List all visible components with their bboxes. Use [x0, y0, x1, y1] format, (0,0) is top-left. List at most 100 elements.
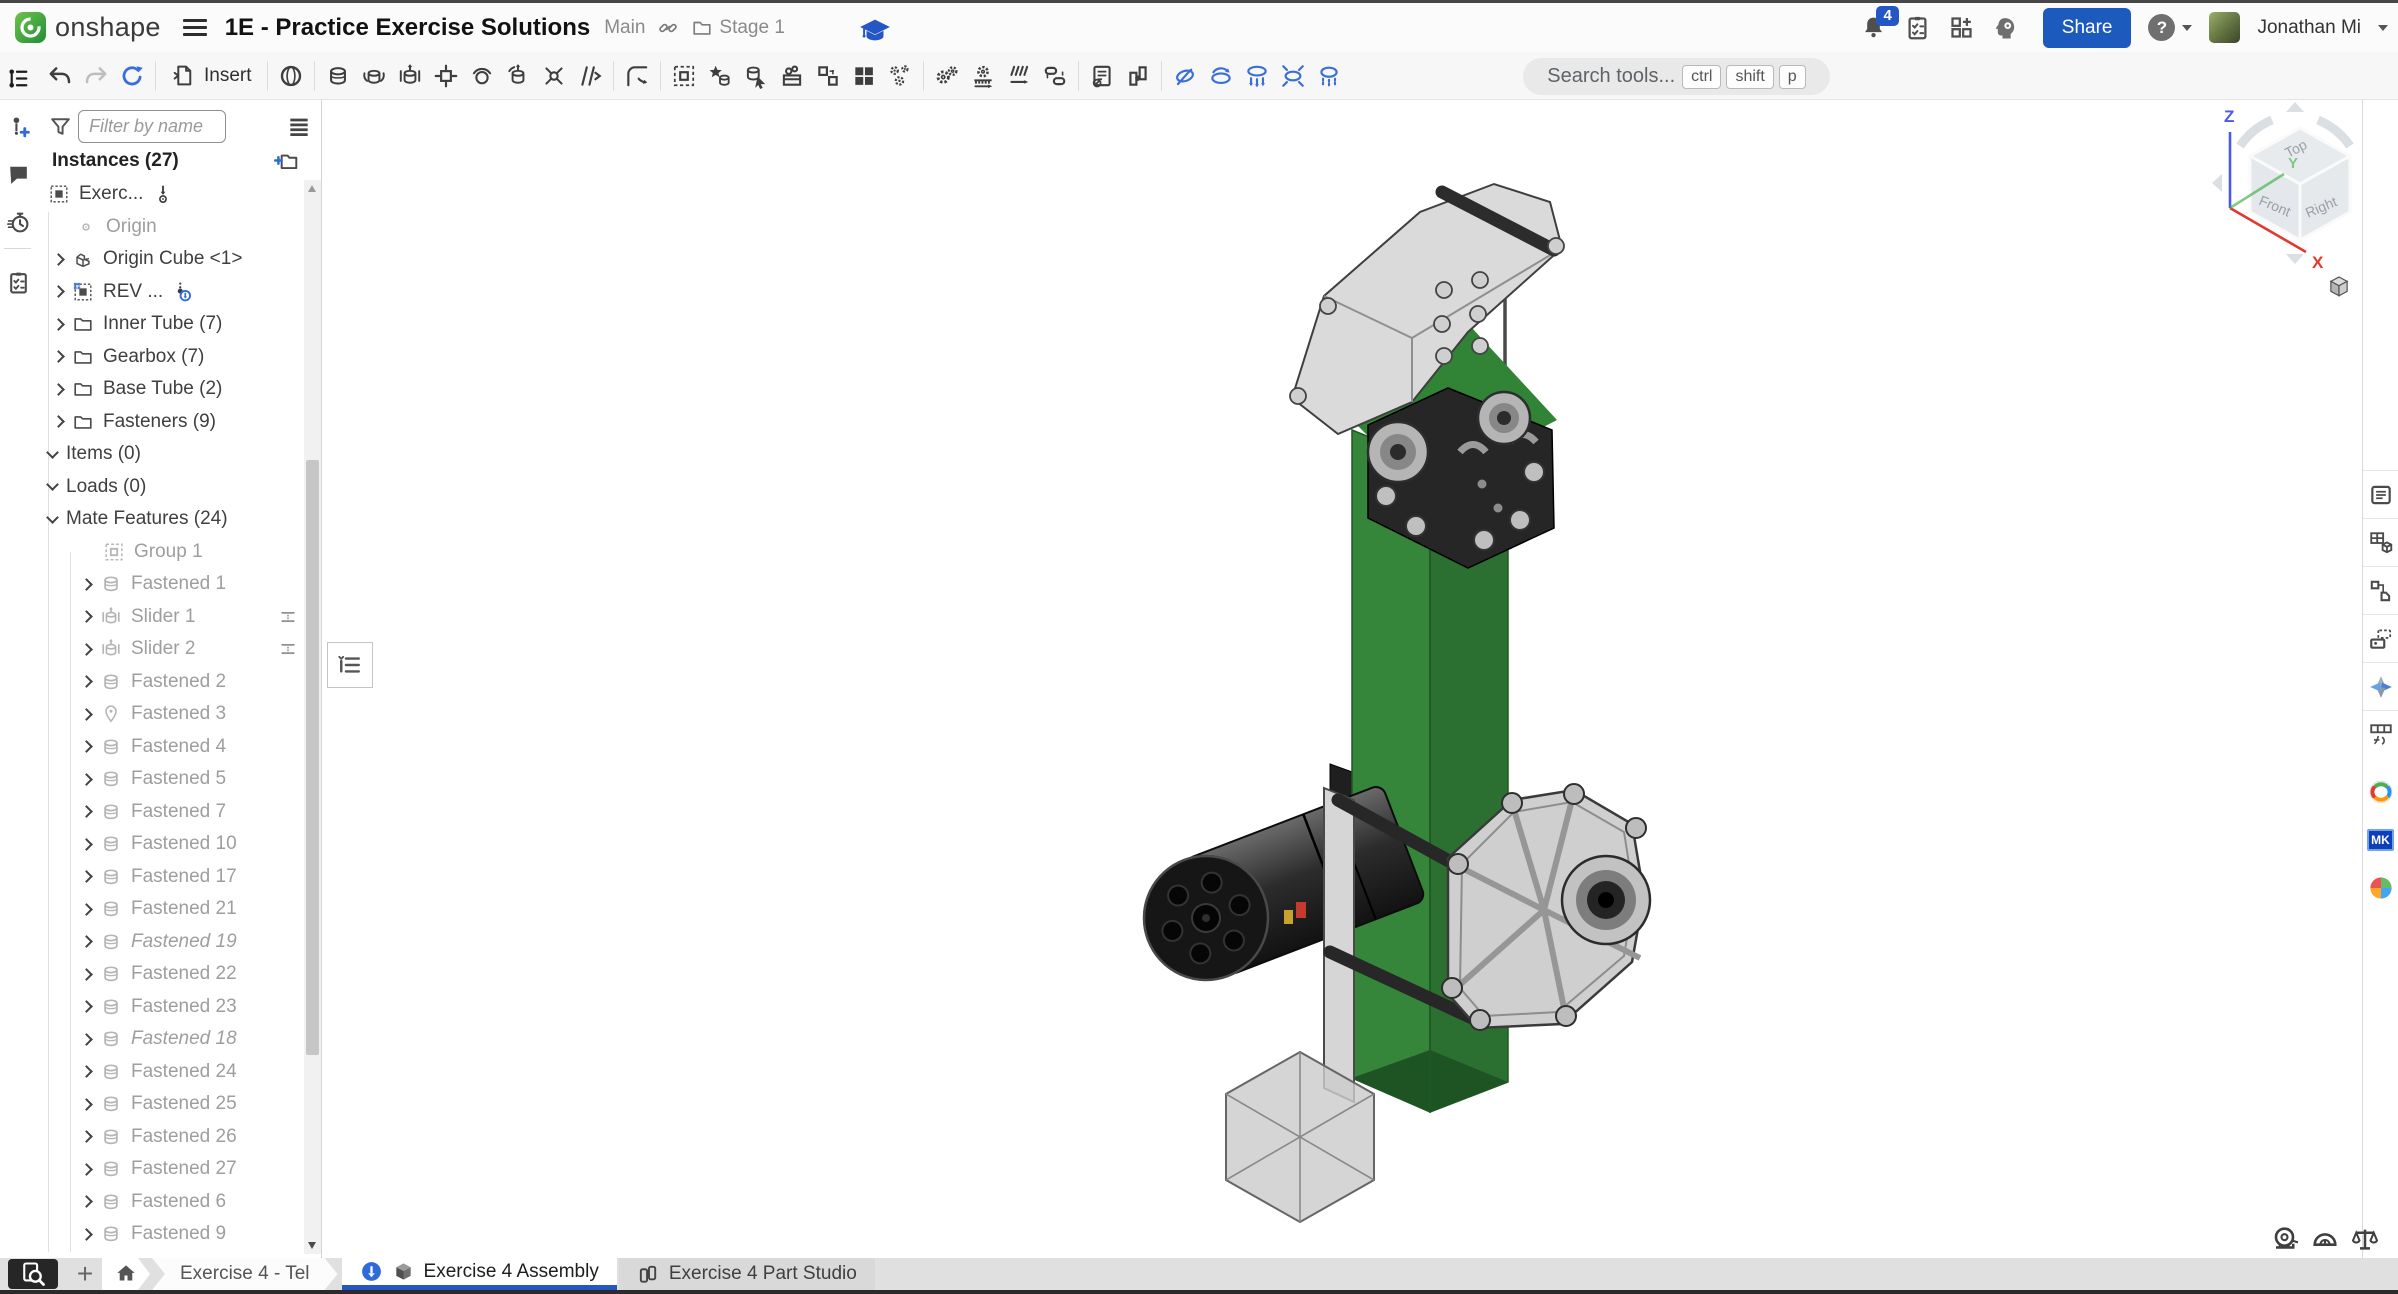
- chevron-right-icon[interactable]: [52, 285, 65, 298]
- pattern-linear-button[interactable]: [810, 56, 846, 96]
- chevron-right-icon[interactable]: [80, 675, 93, 688]
- graduation-cap-icon[interactable]: [858, 14, 892, 48]
- tree-row[interactable]: Fastened 10: [36, 828, 305, 861]
- scroll-up-arrow[interactable]: [308, 185, 316, 192]
- tree-row[interactable]: Origin Cube <1>: [36, 243, 305, 276]
- gear-relation-button[interactable]: [929, 56, 965, 96]
- app-mk-button[interactable]: MK: [2363, 816, 2398, 864]
- tree-row[interactable]: Fastened 18: [36, 1023, 305, 1056]
- animate-explode-button[interactable]: [1311, 56, 1347, 96]
- chevron-right-icon[interactable]: [52, 253, 65, 266]
- tree-row[interactable]: REV ...: [36, 276, 305, 309]
- link-icon[interactable]: [657, 17, 679, 39]
- tape-measure-icon[interactable]: [2272, 1224, 2302, 1254]
- mate-button[interactable]: [273, 56, 309, 96]
- tree-row[interactable]: Slider 1: [36, 601, 305, 634]
- undo-button[interactable]: [42, 56, 78, 96]
- bom-table-panel-button[interactable]: [2363, 518, 2398, 566]
- chevron-right-icon[interactable]: [80, 838, 93, 851]
- chevron-right-icon[interactable]: [80, 1098, 93, 1111]
- tree-row[interactable]: Slider 2: [36, 633, 305, 666]
- chevron-right-icon[interactable]: [80, 740, 93, 753]
- cylindrical-mate-button[interactable]: [500, 56, 536, 96]
- parallel-mate-button[interactable]: [572, 56, 608, 96]
- tree-row[interactable]: Fastened 5: [36, 763, 305, 796]
- tree-row[interactable]: Fastened 7: [36, 796, 305, 829]
- chevron-right-icon[interactable]: [52, 383, 65, 396]
- chevron-right-icon[interactable]: [80, 773, 93, 786]
- search-tools-button[interactable]: Search tools... ctrlshiftp: [1523, 58, 1830, 95]
- add-folder-icon[interactable]: [273, 148, 299, 174]
- tree-row[interactable]: Base Tube (2): [36, 373, 305, 406]
- tree-row[interactable]: Fasteners (9): [36, 406, 305, 439]
- appearance-panel-button[interactable]: [2363, 662, 2398, 710]
- apps-grid-icon[interactable]: [1948, 14, 1975, 41]
- tree-row[interactable]: Fastened 17: [36, 861, 305, 894]
- chevron-right-icon[interactable]: [80, 1195, 93, 1208]
- assembly-structure-button[interactable]: [0, 58, 36, 98]
- document-search-button[interactable]: [8, 1259, 58, 1289]
- slider-mate-button[interactable]: [392, 56, 428, 96]
- tree-row[interactable]: Fastened 26: [36, 1121, 305, 1154]
- model-top-carriage[interactable]: [1290, 184, 1564, 568]
- tree-row[interactable]: Fastened 24: [36, 1056, 305, 1089]
- notifications-bell-icon[interactable]: 4: [1860, 14, 1887, 41]
- exploded-view-button[interactable]: [882, 56, 918, 96]
- tree-row[interactable]: Exerc...: [36, 178, 305, 211]
- scroll-down-arrow[interactable]: [308, 1242, 316, 1249]
- chevron-right-icon[interactable]: [80, 1228, 93, 1241]
- list-view-icon[interactable]: [286, 114, 312, 140]
- chevron-right-icon[interactable]: [80, 1033, 93, 1046]
- history-button[interactable]: [0, 202, 36, 242]
- tree-row[interactable]: Fastened 19: [36, 926, 305, 959]
- app-wheel-button[interactable]: [2363, 768, 2398, 816]
- chevron-right-icon[interactable]: [80, 903, 93, 916]
- tree-row[interactable]: Fastened 6: [36, 1186, 305, 1219]
- fastened-mate-button[interactable]: [320, 56, 356, 96]
- tab-exercise-4-assembly[interactable]: Exercise 4 Assembly: [342, 1258, 617, 1290]
- mate-connector-button[interactable]: [702, 56, 738, 96]
- chevron-right-icon[interactable]: [80, 578, 93, 591]
- tree-row[interactable]: Fastened 23: [36, 991, 305, 1024]
- custom-tables-panel-button[interactable]: [2363, 710, 2398, 758]
- 3d-viewport[interactable]: Top Front Right Z X Y: [322, 100, 2362, 1258]
- tree-row[interactable]: Fastened 9: [36, 1218, 305, 1251]
- exercise-panel-button[interactable]: [0, 262, 36, 302]
- create-version-button[interactable]: [0, 106, 36, 146]
- chevron-right-icon[interactable]: [80, 805, 93, 818]
- home-button[interactable]: [102, 1258, 150, 1290]
- revolute-mate-button[interactable]: [356, 56, 392, 96]
- sync-update-button[interactable]: [114, 56, 150, 96]
- chevron-right-icon[interactable]: [52, 415, 65, 428]
- ball-mate-button[interactable]: [464, 56, 500, 96]
- hamburger-menu-icon[interactable]: [183, 19, 207, 37]
- tree-row[interactable]: Gearbox (7): [36, 341, 305, 374]
- chevron-right-icon[interactable]: [80, 1130, 93, 1143]
- user-name[interactable]: Jonathan Mi: [2257, 17, 2361, 39]
- tree-row[interactable]: Fastened 22: [36, 958, 305, 991]
- chevron-right-icon[interactable]: [80, 935, 93, 948]
- share-button[interactable]: Share: [2043, 8, 2132, 48]
- animate-collapse-button[interactable]: [1275, 56, 1311, 96]
- screw-relation-button[interactable]: [1001, 56, 1037, 96]
- chevron-right-icon[interactable]: [80, 643, 93, 656]
- help-icon[interactable]: ?: [2148, 14, 2175, 41]
- replicate-button[interactable]: [738, 56, 774, 96]
- tree-scrollbar[interactable]: [304, 180, 321, 1254]
- stage-label[interactable]: Stage 1: [719, 17, 785, 39]
- tree-row[interactable]: Fastened 4: [36, 731, 305, 764]
- chevron-down-icon[interactable]: [46, 446, 59, 459]
- chevron-down-icon[interactable]: [2378, 25, 2388, 31]
- animate-descend-button[interactable]: [1239, 56, 1275, 96]
- learning-center-icon[interactable]: [1992, 14, 2020, 42]
- tree-row[interactable]: Fastened 27: [36, 1153, 305, 1186]
- mass-properties-icon[interactable]: [2350, 1224, 2380, 1254]
- named-views-panel-button[interactable]: [2363, 614, 2398, 662]
- filter-input[interactable]: [78, 110, 226, 143]
- animate-rotate-button[interactable]: [1167, 56, 1203, 96]
- chevron-right-icon[interactable]: [80, 1000, 93, 1013]
- insert-button[interactable]: Insert: [161, 56, 262, 96]
- animate-orbit-button[interactable]: [1203, 56, 1239, 96]
- chevron-right-icon[interactable]: [80, 1163, 93, 1176]
- standard-content-button[interactable]: [774, 56, 810, 96]
